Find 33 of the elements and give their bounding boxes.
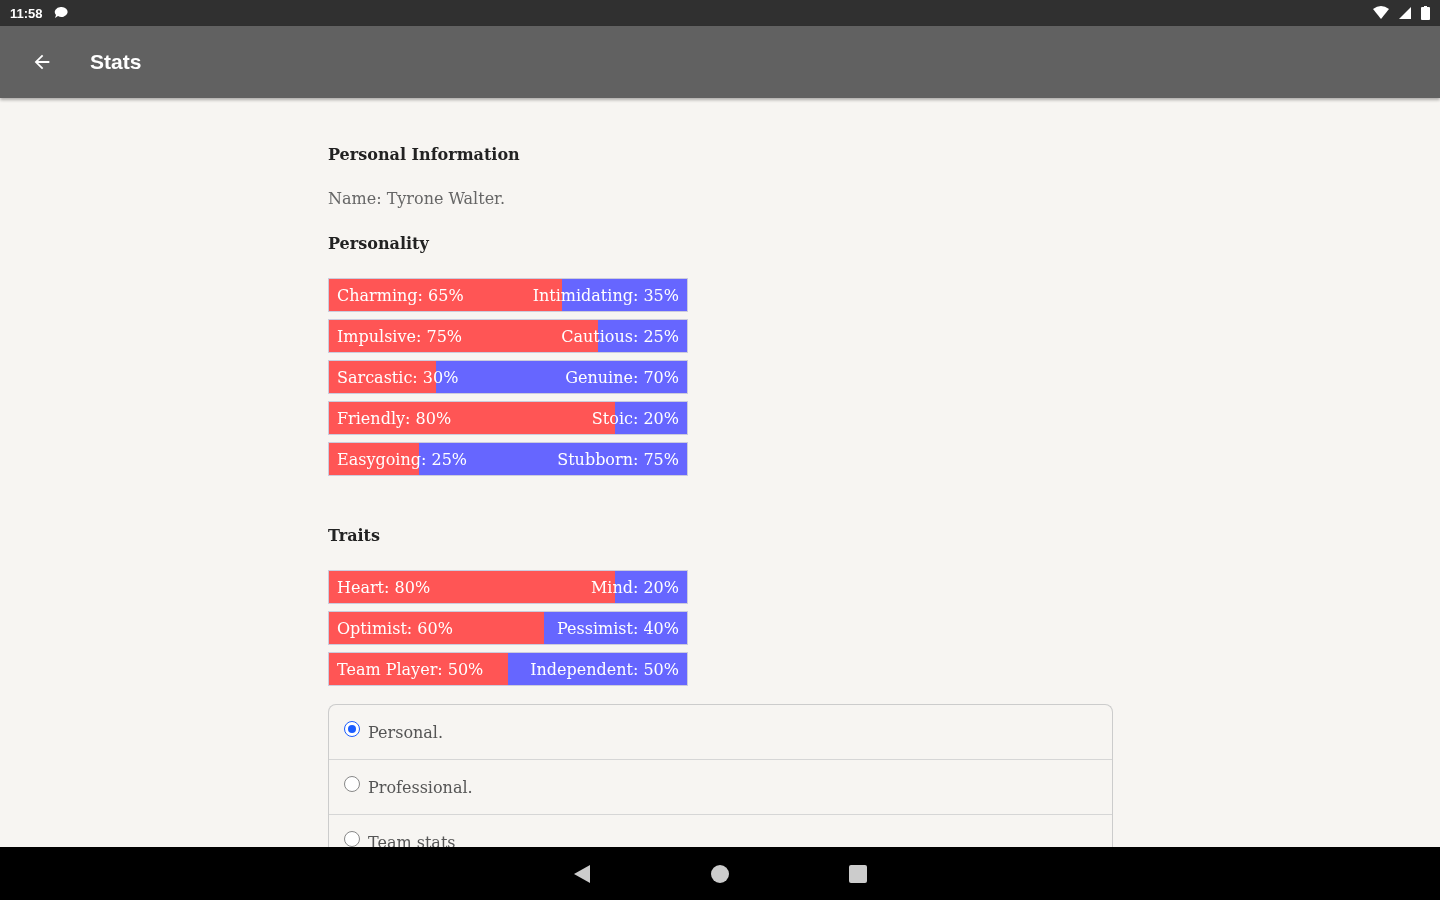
- signal-icon: [1399, 7, 1411, 19]
- circle-icon: [711, 864, 729, 883]
- right-label: Pessimist: 40%: [556, 618, 679, 638]
- radio-button[interactable]: [344, 721, 360, 737]
- square-icon: [849, 864, 867, 883]
- chat-bubble-icon: [52, 5, 69, 21]
- wifi-icon: [1373, 6, 1389, 20]
- battery-icon: [1421, 6, 1430, 20]
- back-nav-button[interactable]: [573, 863, 591, 884]
- right-label: Genuine: 70%: [565, 367, 679, 387]
- section-heading: Personality: [328, 234, 431, 255]
- left-label: Friendly: 80%: [337, 408, 452, 428]
- radio-button[interactable]: [344, 776, 360, 792]
- left-label: Charming: 65%: [337, 285, 464, 305]
- clock: 11:58: [10, 5, 43, 21]
- name-text: Name: Tyrone Walter.: [328, 189, 507, 210]
- left-label: Heart: 80%: [337, 577, 431, 597]
- recents-nav-button[interactable]: [849, 864, 867, 883]
- right-label: Stoic: 20%: [591, 408, 679, 428]
- option-label: Team stats: [368, 832, 456, 847]
- radio-button[interactable]: [344, 831, 360, 847]
- triangle-icon: [573, 863, 591, 884]
- left-label: Optimist: 60%: [337, 618, 453, 638]
- home-nav-button[interactable]: [711, 864, 729, 883]
- option-label: Personal.: [368, 722, 444, 742]
- right-label: Independent: 50%: [530, 659, 679, 679]
- screen-title: Stats: [90, 50, 142, 74]
- section-heading: Personal Information: [328, 145, 521, 166]
- option-label: Professional.: [368, 777, 473, 797]
- section-heading: Traits: [328, 526, 381, 547]
- left-label: Impulsive: 75%: [337, 326, 463, 346]
- right-label: Stubborn: 75%: [557, 449, 679, 469]
- left-label: Team Player: 50%: [337, 659, 484, 679]
